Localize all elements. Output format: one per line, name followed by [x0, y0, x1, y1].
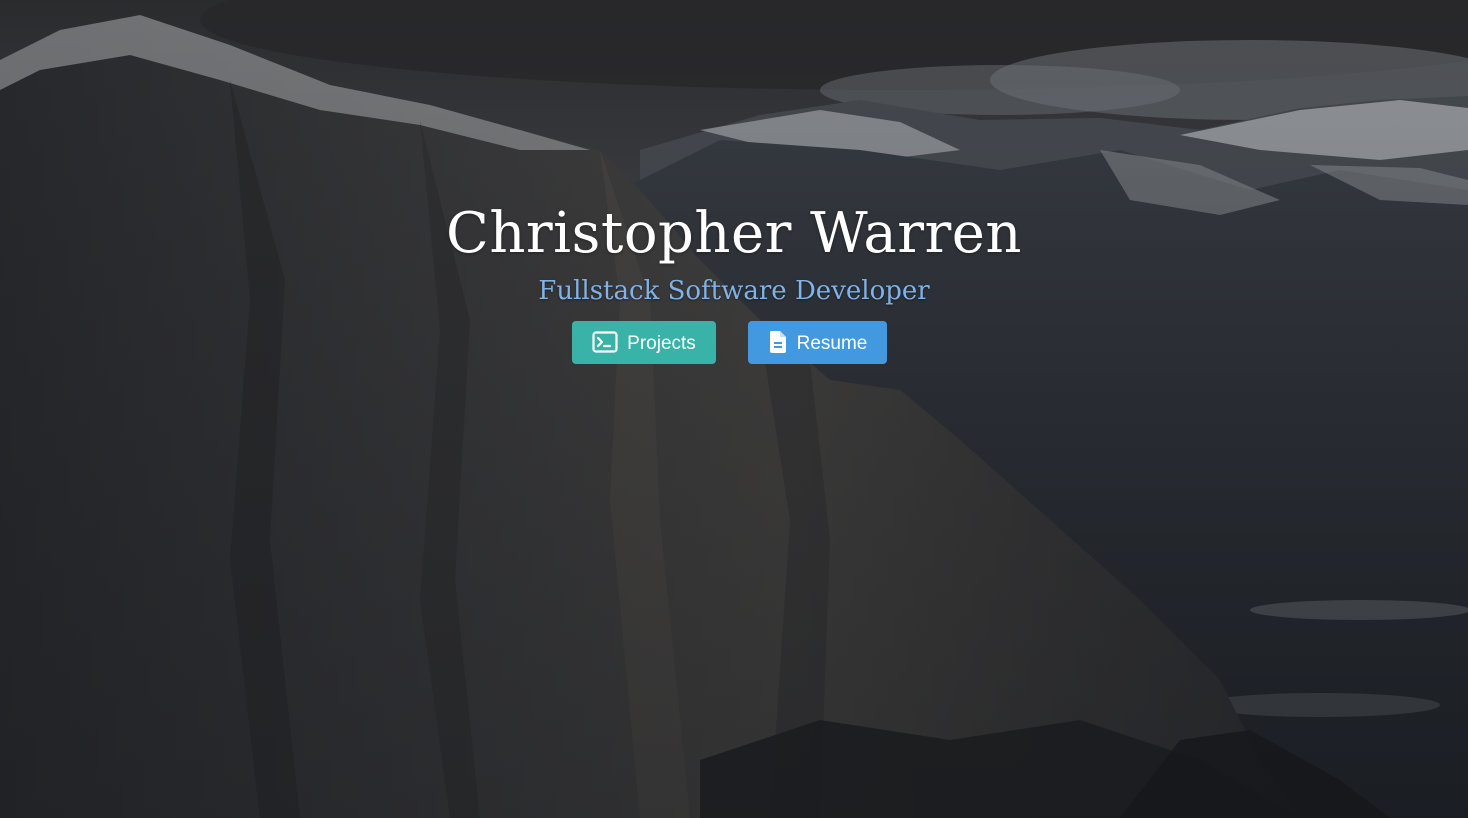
projects-button-label: Projects [627, 333, 696, 354]
projects-button[interactable]: Projects [572, 321, 716, 364]
page-title: Christopher Warren [446, 201, 1022, 266]
hero-section: Christopher Warren Fullstack Software De… [0, 0, 1468, 818]
resume-button-label: Resume [796, 333, 868, 354]
terminal-icon [592, 331, 618, 353]
background-mountain-image [0, 0, 1468, 818]
resume-button[interactable]: Resume [748, 321, 887, 364]
page-subtitle: Fullstack Software Developer [538, 276, 930, 306]
document-icon [769, 331, 786, 353]
